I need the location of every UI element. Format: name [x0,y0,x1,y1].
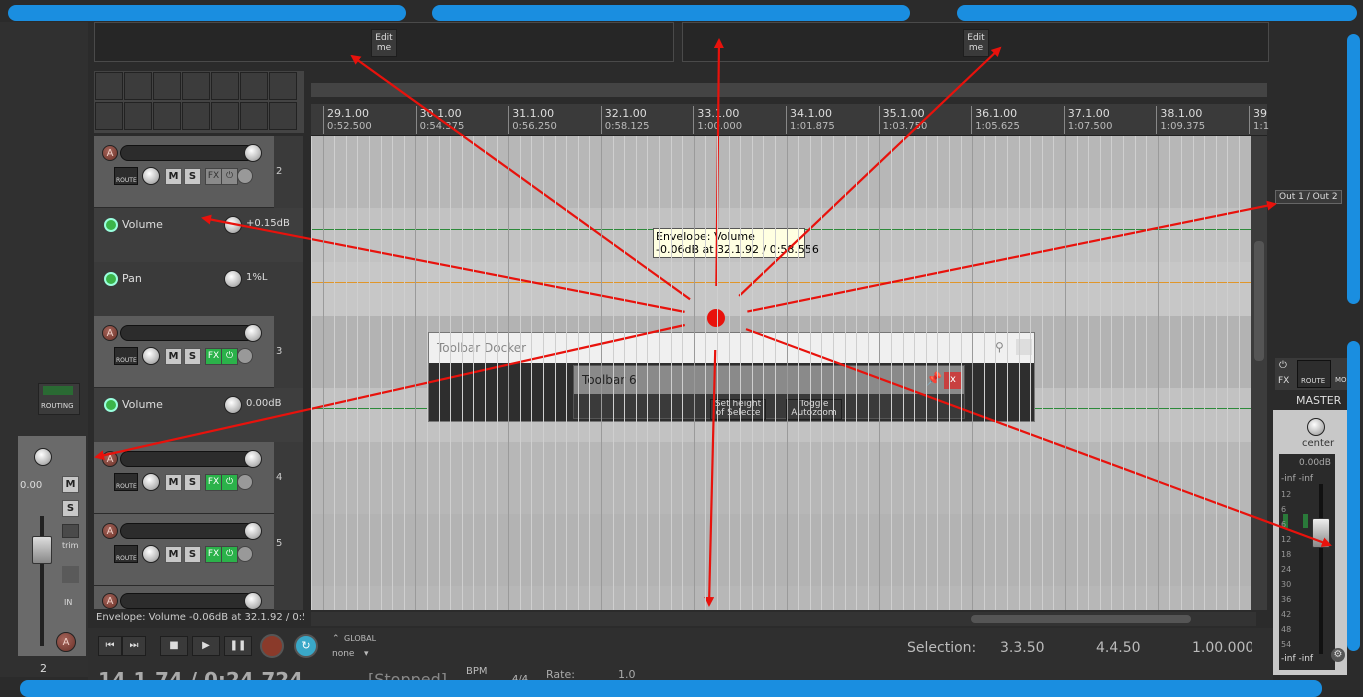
grid-line [1099,136,1101,610]
grid-line [461,136,463,610]
annotation-arrow [704,349,717,607]
grid-line [751,136,753,610]
grid-line [740,136,742,610]
grid-line [844,136,846,610]
grid-line [821,136,823,610]
grid-line [1181,136,1182,610]
grid-line [392,136,394,610]
grid-line [1215,136,1217,610]
grid-line [705,136,707,610]
grid-line [949,136,950,610]
grid-line [856,136,858,610]
grid-line [380,136,382,610]
grid-line [833,136,834,610]
grid-line [1088,136,1090,610]
grid-line [1123,136,1124,610]
grid-line [369,136,370,610]
grid-line [1041,136,1043,610]
grid-line [960,136,962,610]
grid-line [531,136,533,610]
grid-line [543,136,544,610]
grid-line [914,136,916,610]
grid-line [403,136,405,610]
grid-line [345,136,347,610]
grid-line [438,136,440,610]
grid-line [577,136,579,610]
annotation-arrow [747,200,1277,313]
grid-line [1030,136,1032,610]
grid-line [1076,136,1078,610]
grid-line [357,136,359,610]
grid-line [624,136,626,610]
grid-line [693,136,695,610]
grid-line [427,136,428,610]
grid-line [496,136,498,610]
grid-line [1146,136,1148,610]
grid-line [925,136,927,610]
grid-line [311,136,312,610]
grid-line [1018,136,1020,610]
grid-line [1157,136,1159,610]
grid-line [519,136,521,610]
grid-line [1192,136,1194,610]
grid-line [995,136,997,610]
grid-line [473,136,475,610]
grid-line [972,136,974,610]
grid-line [1111,136,1113,610]
grid-line [1134,136,1136,610]
grid-line [659,136,660,610]
grid-line [485,136,486,610]
grid-line [902,136,904,610]
grid-line [682,136,684,610]
grid-line [1007,136,1008,610]
grid-line [635,136,637,610]
annotation-arrow [350,54,691,301]
grid-line [786,136,788,610]
grid-line [937,136,939,610]
grid-line [1169,136,1171,610]
grid-line [763,136,765,610]
grid-line [589,136,591,610]
grid-line [601,136,602,610]
grid-line [415,136,417,610]
grid-line [566,136,568,610]
grid-line [334,136,336,610]
grid-line [647,136,649,610]
grid-line [1053,136,1055,610]
grid-line [1204,136,1206,610]
grid-line [728,136,730,610]
grid-line [450,136,452,610]
grid-line [717,136,718,610]
annotation-arrow [94,323,686,461]
grid-line [1227,136,1229,610]
annotation-center-dot [707,309,725,327]
grid-line [798,136,800,610]
grid-line [891,136,892,610]
grid-line [867,136,869,610]
grid-line [1239,136,1240,610]
grid-line [612,136,614,610]
grid-line [879,136,881,610]
grid-line [554,136,556,610]
grid-line [670,136,672,610]
grid-line [508,136,510,610]
grid-line [775,136,776,610]
grid-line [322,136,324,610]
grid-line [1065,136,1066,610]
grid-line [809,136,811,610]
grid-line [983,136,985,610]
